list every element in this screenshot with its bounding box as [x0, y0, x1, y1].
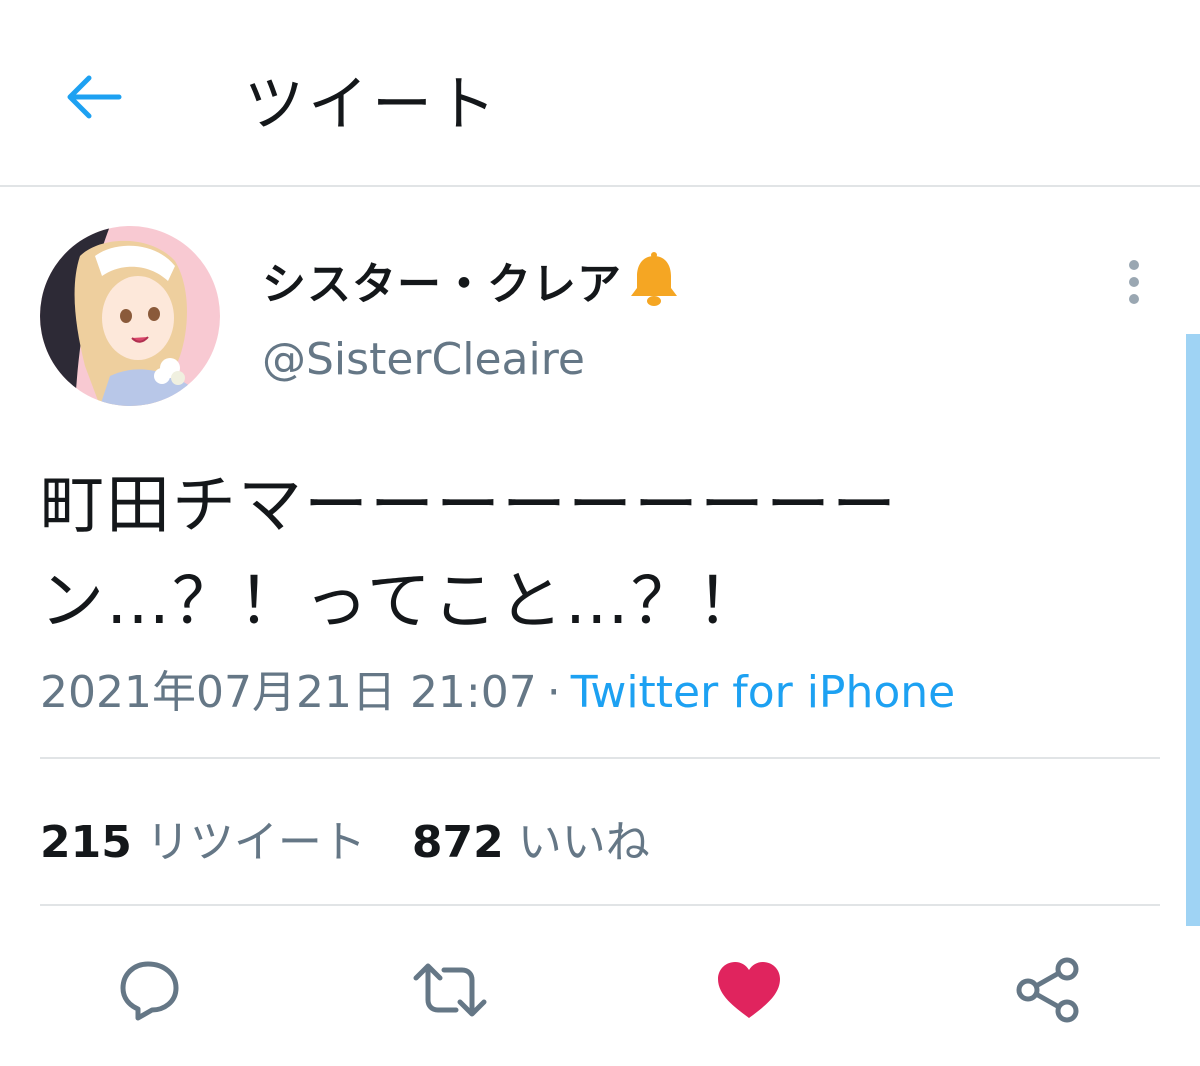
share-button[interactable] [1003, 945, 1093, 1035]
tweet-stats: 215 リツイート 872 いいね [40, 806, 650, 870]
likes-stat[interactable]: 872 いいね [412, 806, 650, 870]
tweet-action-bar [0, 945, 1200, 1035]
meta-separator: · [546, 667, 561, 718]
likes-count: 872 [411, 817, 504, 868]
back-button[interactable] [58, 62, 128, 132]
retweet-button[interactable] [405, 945, 495, 1035]
retweets-label: リツイート [145, 817, 366, 868]
user-handle[interactable]: @SisterCleaire [262, 334, 585, 385]
retweet-icon [413, 963, 487, 1017]
retweets-count: 215 [40, 817, 132, 868]
tweet-text: 町田チマーーーーーーーーーン…？！ってこと…？！ [40, 469, 898, 639]
tweet-source-link[interactable]: Twitter for iPhone [571, 667, 955, 718]
likes-label: いいね [517, 817, 650, 868]
bell-icon [631, 252, 677, 306]
display-name: シスター・クレア [262, 259, 622, 310]
more-dot-icon [1129, 294, 1139, 304]
top-bar: ツイート [0, 0, 1200, 187]
more-dot-icon [1129, 277, 1139, 287]
heart-icon [718, 962, 780, 1018]
divider [40, 904, 1160, 906]
more-options-button[interactable] [1114, 254, 1154, 310]
author-name-row[interactable]: シスター・クレア [262, 248, 680, 312]
retweets-stat[interactable]: 215 リツイート [40, 806, 366, 870]
tweet-meta: 2021年07月21日 21:07 · Twitter for iPhone [40, 656, 955, 720]
reply-button[interactable] [105, 945, 195, 1035]
page-title: ツイート [244, 70, 500, 140]
arrow-left-icon [67, 75, 122, 119]
reply-bubble-icon [120, 961, 179, 1021]
scrollbar[interactable] [1186, 334, 1200, 926]
divider [40, 757, 1160, 759]
tweet-datetime: 2021年07月21日 21:07 [40, 667, 537, 718]
more-dot-icon [1129, 260, 1139, 270]
share-icon [1016, 957, 1079, 1023]
avatar[interactable] [40, 226, 220, 406]
like-button[interactable] [704, 945, 794, 1035]
